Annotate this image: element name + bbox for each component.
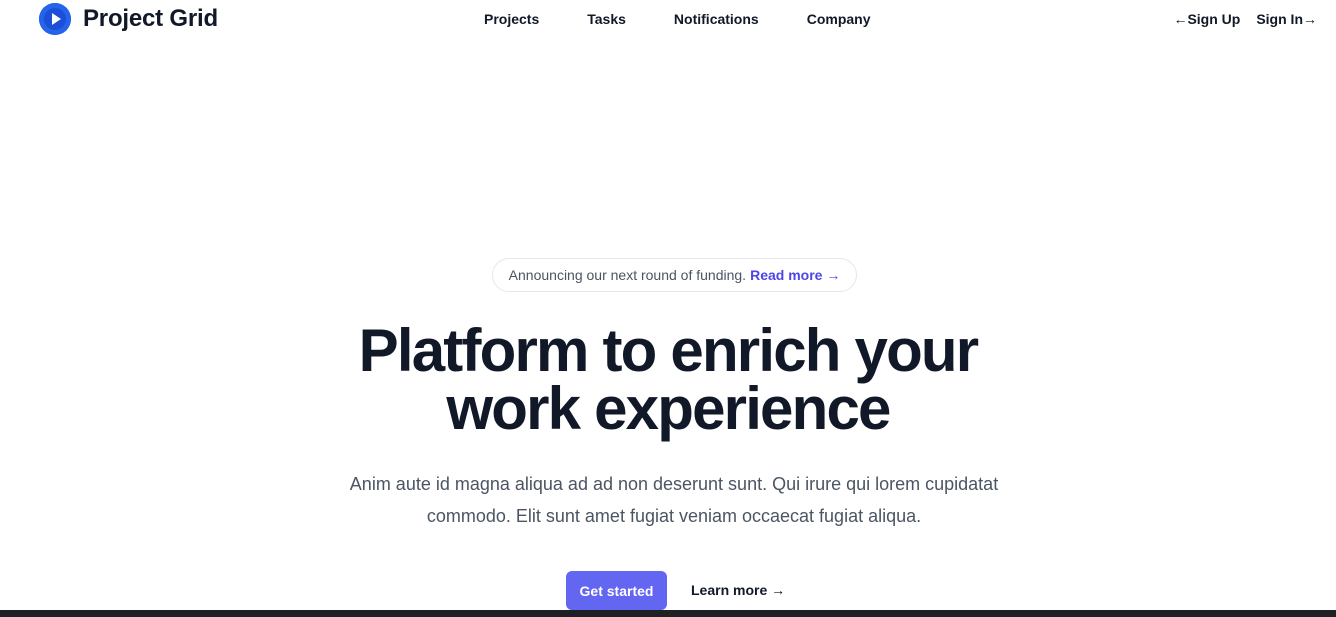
- main-nav: Projects Tasks Notifications Company: [484, 10, 871, 28]
- play-circle-icon: [39, 3, 71, 35]
- hero-title: Platform to enrich your work experience: [268, 321, 1068, 439]
- hero-title-line-1: Platform to enrich your: [358, 317, 980, 384]
- sign-in-link[interactable]: Sign In→: [1256, 10, 1317, 28]
- nav-item-notifications[interactable]: Notifications: [674, 10, 759, 28]
- nav-item-tasks[interactable]: Tasks: [587, 10, 626, 28]
- bottom-bar: [0, 610, 1336, 617]
- brand-link[interactable]: Project Grid: [39, 3, 218, 35]
- auth-links: ←Sign Up Sign In→: [1173, 10, 1317, 28]
- announcement-pill: Announcing our next round of funding. Re…: [492, 258, 857, 292]
- hero-title-line-2: work experience: [446, 375, 891, 442]
- learn-more-link[interactable]: Learn more →: [691, 581, 785, 599]
- sign-up-link[interactable]: ←Sign Up: [1173, 10, 1240, 28]
- brand-name: Project Grid: [83, 5, 218, 32]
- announcement-text: Announcing our next round of funding.: [508, 267, 747, 283]
- read-more-link[interactable]: Read more →: [750, 267, 840, 283]
- get-started-button[interactable]: Get started: [566, 571, 667, 610]
- landing-page: Project Grid Projects Tasks Notification…: [0, 0, 1336, 617]
- hero-description: Anim aute id magna aliqua ad ad non dese…: [349, 474, 999, 526]
- site-header: Project Grid Projects Tasks Notification…: [0, 0, 1336, 38]
- nav-item-company[interactable]: Company: [807, 10, 871, 28]
- nav-item-projects[interactable]: Projects: [484, 10, 539, 28]
